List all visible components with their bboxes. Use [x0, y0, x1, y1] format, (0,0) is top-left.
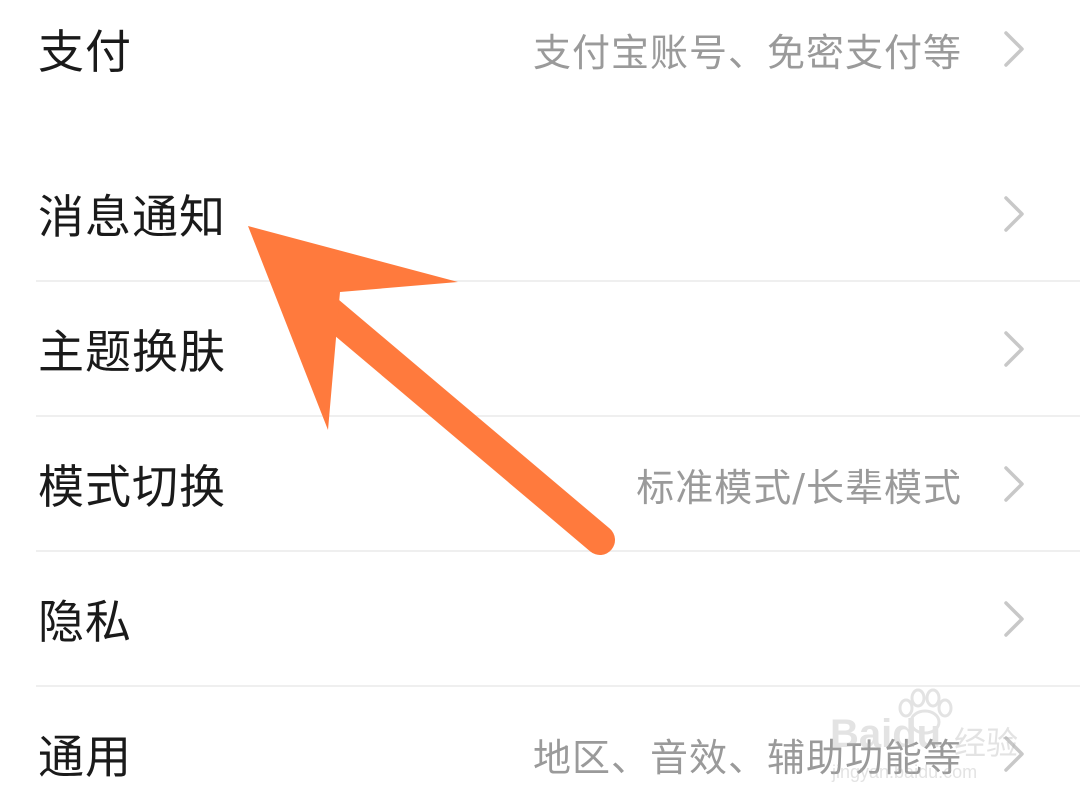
settings-item-theme[interactable]: 主题换肤 [0, 282, 1080, 416]
settings-item-label: 支付 [38, 25, 132, 79]
settings-item-label: 消息通知 [38, 190, 226, 244]
chevron-right-icon [1004, 601, 1024, 637]
settings-item-label: 隐私 [38, 595, 132, 649]
chevron-right-icon [1004, 736, 1024, 772]
chevron-right-icon [1004, 196, 1024, 232]
settings-item-value: 标准模式/长辈模式 [636, 465, 962, 510]
settings-item-label: 通用 [38, 730, 132, 784]
chevron-right-icon [1004, 331, 1024, 367]
chevron-right-icon [1004, 31, 1024, 67]
settings-item-general[interactable]: 通用 地区、音效、辅助功能等 [0, 687, 1080, 810]
chevron-right-icon [1004, 466, 1024, 502]
settings-item-privacy[interactable]: 隐私 [0, 552, 1080, 686]
settings-item-label: 主题换肤 [38, 325, 226, 379]
settings-item-value: 支付宝账号、免密支付等 [532, 30, 962, 75]
settings-screen: 支付 支付宝账号、免密支付等 消息通知 主题换肤 模式切换 标准模式/长辈模式 … [0, 0, 1080, 810]
settings-item-mode[interactable]: 模式切换 标准模式/长辈模式 [0, 417, 1080, 551]
settings-item-notifications[interactable]: 消息通知 [0, 147, 1080, 281]
settings-item-value: 地区、音效、辅助功能等 [532, 735, 962, 780]
settings-item-label: 模式切换 [38, 460, 226, 514]
settings-item-payment[interactable]: 支付 支付宝账号、免密支付等 [0, 0, 1080, 116]
